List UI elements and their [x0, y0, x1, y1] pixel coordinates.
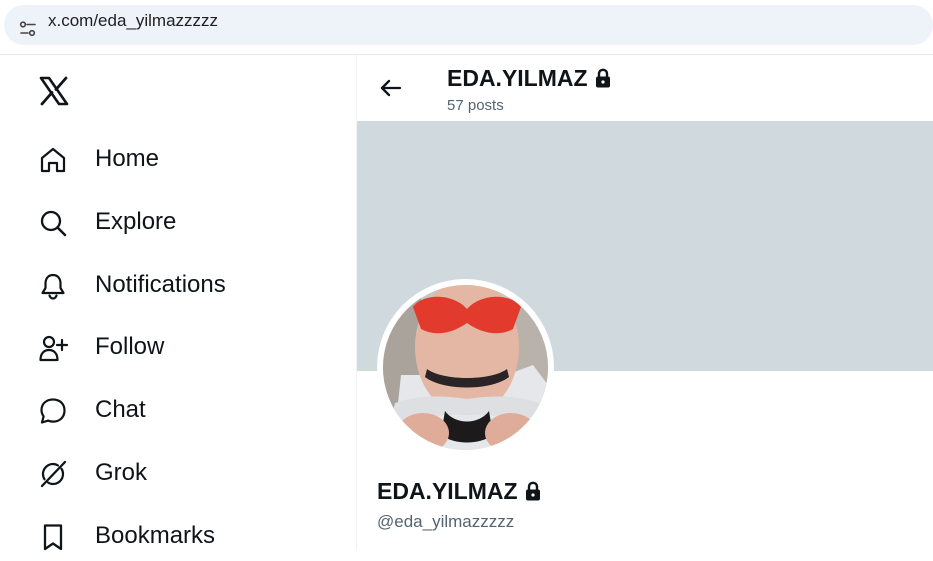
person-plus-icon — [39, 335, 68, 362]
sidebar-item-label: Notifications — [95, 271, 226, 298]
avatar[interactable] — [383, 285, 548, 450]
lock-icon — [525, 481, 540, 501]
chat-bubble-icon — [40, 398, 66, 424]
sidebar-item-label: Bookmarks — [95, 522, 216, 549]
home-icon — [40, 147, 66, 173]
sidebar-item-follow[interactable]: Follow — [22, 322, 322, 372]
sidebar-item-bookmarks[interactable]: Bookmarks — [22, 511, 322, 561]
x-logo-icon[interactable] — [38, 75, 70, 107]
profile-name: EDA.YILMAZ — [377, 477, 542, 505]
bookmark-icon — [43, 524, 63, 551]
profile-handle: @eda_yilmazzzzz — [377, 512, 515, 531]
header-name-text: EDA.YILMAZ — [447, 65, 588, 91]
sidebar-item-label: Follow — [95, 333, 165, 360]
lock-icon — [595, 68, 610, 88]
sidebar-item-label: Home — [95, 145, 160, 172]
search-icon — [40, 210, 67, 237]
sidebar-item-grok[interactable]: Grok — [22, 448, 322, 498]
header-profile-name: EDA.YILMAZ — [447, 64, 612, 92]
sidebar-item-notifications[interactable]: Notifications — [22, 260, 322, 310]
sidebar-item-home[interactable]: Home — [22, 134, 322, 184]
grok-icon — [40, 460, 67, 488]
sidebar-item-label: Chat — [95, 396, 146, 423]
arrow-left-icon[interactable] — [377, 74, 405, 102]
profile-photo — [383, 285, 548, 450]
sidebar-item-explore[interactable]: Explore — [22, 197, 322, 247]
posts-count: 57 posts — [447, 97, 504, 114]
bell-icon — [41, 273, 65, 300]
url-text[interactable]: x.com/eda_yilmazzzzz — [48, 10, 218, 32]
tune-icon[interactable] — [18, 19, 38, 39]
sidebar-item-chat[interactable]: Chat — [22, 385, 322, 435]
profile-name-text: EDA.YILMAZ — [377, 478, 518, 504]
address-bar: x.com/eda_yilmazzzzz — [0, 0, 933, 54]
sidebar-item-label: Grok — [95, 459, 148, 486]
sidebar-item-label: Explore — [95, 208, 177, 235]
